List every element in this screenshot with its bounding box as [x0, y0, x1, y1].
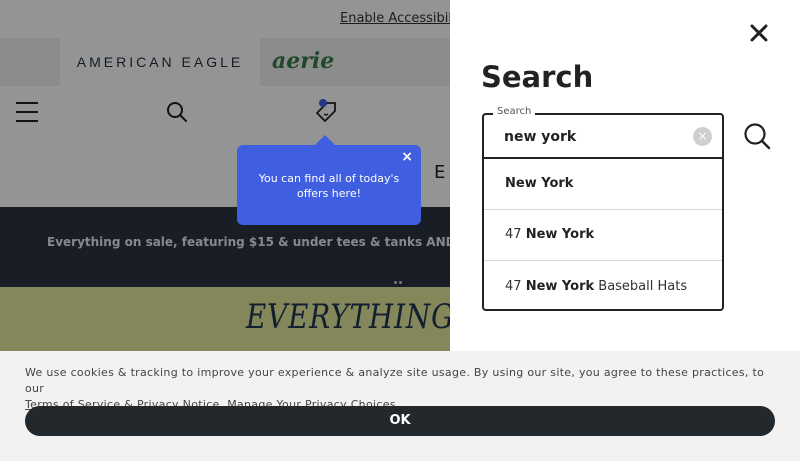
- search-field-label: Search: [493, 106, 536, 117]
- search-suggestions: New York 47 New York 47 New York Basebal…: [482, 159, 724, 311]
- close-icon[interactable]: [750, 24, 768, 42]
- clear-search-icon[interactable]: ×: [693, 127, 712, 146]
- tooltip-text: You can find all of today's offers here!: [258, 172, 400, 200]
- tooltip-close-icon[interactable]: ×: [401, 150, 413, 165]
- search-title: Search: [481, 60, 594, 94]
- suggestion-item[interactable]: New York: [484, 159, 722, 210]
- suggestion-item[interactable]: 47 New York: [484, 210, 722, 261]
- suggestion-item[interactable]: 47 New York Baseball Hats: [484, 261, 722, 309]
- cookie-banner: We use cookies & tracking to improve you…: [0, 351, 800, 461]
- search-field[interactable]: Search ×: [482, 106, 724, 159]
- search-submit-icon[interactable]: [743, 122, 771, 150]
- search-input[interactable]: [504, 129, 684, 145]
- offers-tooltip: × You can find all of today's offers her…: [237, 135, 421, 225]
- cookie-ok-button[interactable]: OK: [25, 406, 775, 436]
